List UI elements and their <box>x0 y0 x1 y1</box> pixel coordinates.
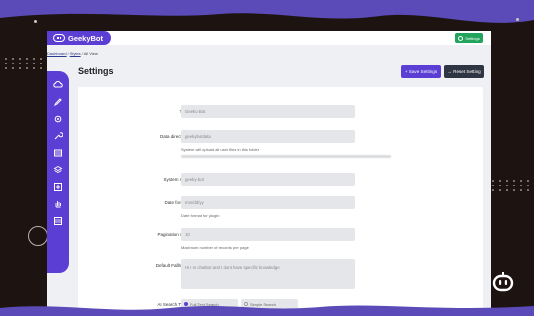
gear-icon[interactable] <box>53 113 64 124</box>
settings-form-card: Title Geeko Bot Data directory geekybotd… <box>78 87 483 316</box>
plus-box-icon[interactable] <box>53 181 64 192</box>
bottom-wave-decoration <box>0 305 534 316</box>
pagination-size-input[interactable]: 10 <box>181 228 355 241</box>
breadcrumb-styles[interactable]: Styles <box>70 51 81 56</box>
settings-button-label: Settings <box>465 35 480 41</box>
brand-name: GeekyBot <box>68 33 104 43</box>
reset-settings-button[interactable]: → Reset Setting <box>444 65 484 78</box>
date-format-input[interactable]: mm/dd/yy <box>181 196 355 209</box>
breadcrumb-dashboard[interactable]: Dashboard <box>47 51 67 56</box>
hand-icon[interactable] <box>53 198 64 209</box>
blurred-path-text <box>181 155 391 158</box>
app-window: GeekyBot Settings Dashboard / Styles / A… <box>47 31 491 316</box>
sidebar <box>47 71 69 273</box>
pagination-size-help: Maximum number of records per page <box>181 245 249 250</box>
cloud-icon[interactable] <box>53 79 64 90</box>
data-directory-help: System will upload all user files in thi… <box>181 147 260 152</box>
pen-icon[interactable] <box>53 96 64 107</box>
robot-icon <box>53 34 65 42</box>
default-fallback-textarea[interactable]: Hi I m chatbot and I dont have specific … <box>181 259 355 289</box>
layers-icon[interactable] <box>53 164 64 175</box>
breadcrumb-separator: / <box>81 51 83 56</box>
settings-button[interactable]: Settings <box>455 33 483 43</box>
breadcrumb: Dashboard / Styles / All View <box>47 51 98 56</box>
wrench-icon[interactable] <box>53 130 64 141</box>
ring-decoration <box>28 226 48 246</box>
system-slug-input[interactable]: geeky-bot <box>181 173 355 186</box>
breadcrumb-separator: / <box>67 51 69 56</box>
table-icon[interactable] <box>53 147 64 158</box>
brand-logo[interactable]: GeekyBot <box>47 31 111 45</box>
breadcrumb-current: All View <box>83 51 98 56</box>
star-decoration <box>516 18 519 21</box>
save-settings-button[interactable]: + Save Settings <box>401 65 441 78</box>
star-decoration <box>34 20 37 23</box>
screenshot-stage: GeekyBot Settings Dashboard / Styles / A… <box>0 0 534 316</box>
title-input[interactable]: Geeko Bot <box>181 105 355 118</box>
data-directory-input[interactable]: geekybotdata <box>181 130 355 143</box>
date-format-help: Date format for plugin <box>181 213 220 218</box>
gear-icon <box>458 35 464 41</box>
list-icon[interactable] <box>53 215 64 226</box>
chatbot-widget-icon[interactable] <box>490 270 516 296</box>
dot-grid-decoration <box>492 180 534 191</box>
dot-grid-decoration <box>5 58 51 69</box>
top-bar: GeekyBot Settings <box>47 31 491 45</box>
page-title: Settings <box>78 66 114 76</box>
